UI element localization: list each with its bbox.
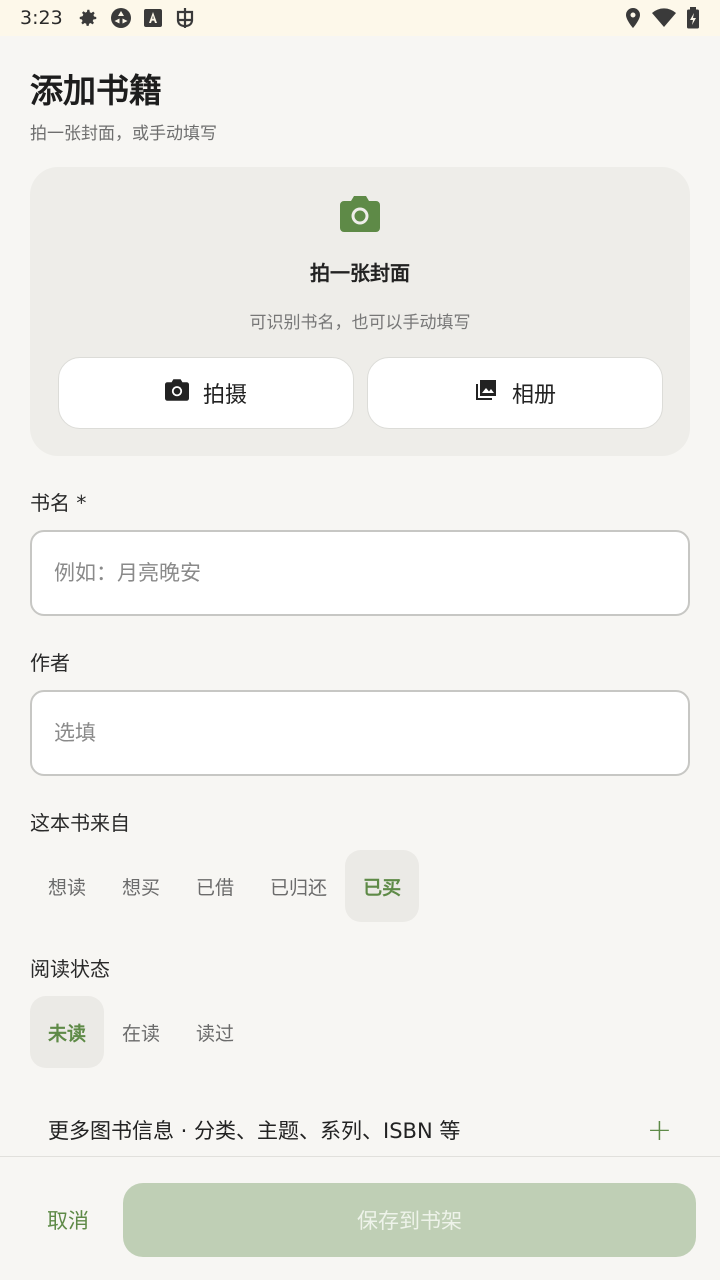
camera-icon bbox=[164, 379, 189, 407]
cancel-button[interactable]: 取消 bbox=[28, 1187, 108, 1253]
cover-capture-card: 拍一张封面 可识别书名，也可以手动填写 拍摄 相册 bbox=[30, 167, 690, 456]
source-chip-bought[interactable]: 已买 bbox=[345, 850, 420, 922]
save-to-shelf-button[interactable]: 保存到书架 bbox=[123, 1183, 696, 1257]
author-field-label: 作者 bbox=[30, 651, 70, 675]
reading-status-chip-group: 未读 在读 读过 bbox=[30, 996, 252, 1068]
battery-icon bbox=[686, 7, 700, 29]
status-bar: 3:23 bbox=[0, 0, 720, 36]
page-subtitle: 拍一张封面，或手动填写 bbox=[30, 124, 217, 144]
album-button-label: 相册 bbox=[511, 383, 556, 408]
source-chip-want-buy[interactable]: 想买 bbox=[104, 850, 178, 922]
reading-status-label: 阅读状态 bbox=[30, 957, 110, 981]
source-section-label: 这本书来自 bbox=[30, 811, 130, 835]
source-chip-returned[interactable]: 已归还 bbox=[252, 850, 345, 922]
source-chip-group: 想读 想买 已借 已归还 已买 bbox=[30, 850, 420, 922]
keyboard-icon bbox=[143, 8, 163, 28]
shoot-button-label: 拍摄 bbox=[202, 383, 247, 408]
app-icon bbox=[109, 6, 133, 30]
source-chip-want-read[interactable]: 想读 bbox=[30, 850, 104, 922]
cover-hint: 可识别书名，也可以手动填写 bbox=[249, 313, 471, 333]
plus-icon: + bbox=[646, 1112, 672, 1148]
photo-library-icon bbox=[474, 378, 498, 408]
status-chip-reading[interactable]: 在读 bbox=[104, 996, 178, 1068]
more-info-expander[interactable]: 更多图书信息 · 分类、主题、系列、ISBN 等 + bbox=[30, 1100, 690, 1160]
status-chip-read[interactable]: 读过 bbox=[178, 996, 252, 1068]
status-chip-unread[interactable]: 未读 bbox=[30, 996, 105, 1068]
camera-icon bbox=[340, 196, 380, 236]
author-input[interactable] bbox=[30, 690, 690, 776]
location-icon bbox=[624, 7, 642, 29]
title-input[interactable] bbox=[30, 530, 690, 616]
cover-heading: 拍一张封面 bbox=[310, 261, 410, 285]
album-button[interactable]: 相册 bbox=[367, 357, 663, 429]
bug-icon bbox=[173, 6, 197, 30]
source-chip-borrowed[interactable]: 已借 bbox=[178, 850, 252, 922]
wifi-icon bbox=[652, 8, 676, 28]
gear-icon bbox=[77, 7, 99, 29]
bottom-action-bar: 取消 保存到书架 bbox=[0, 1156, 720, 1280]
shoot-button[interactable]: 拍摄 bbox=[58, 357, 354, 429]
title-field-label: 书名 * bbox=[30, 491, 87, 515]
more-info-label: 更多图书信息 · 分类、主题、系列、ISBN 等 bbox=[48, 1119, 461, 1143]
page-title: 添加书籍 bbox=[30, 71, 162, 110]
status-time: 3:23 bbox=[20, 7, 63, 29]
